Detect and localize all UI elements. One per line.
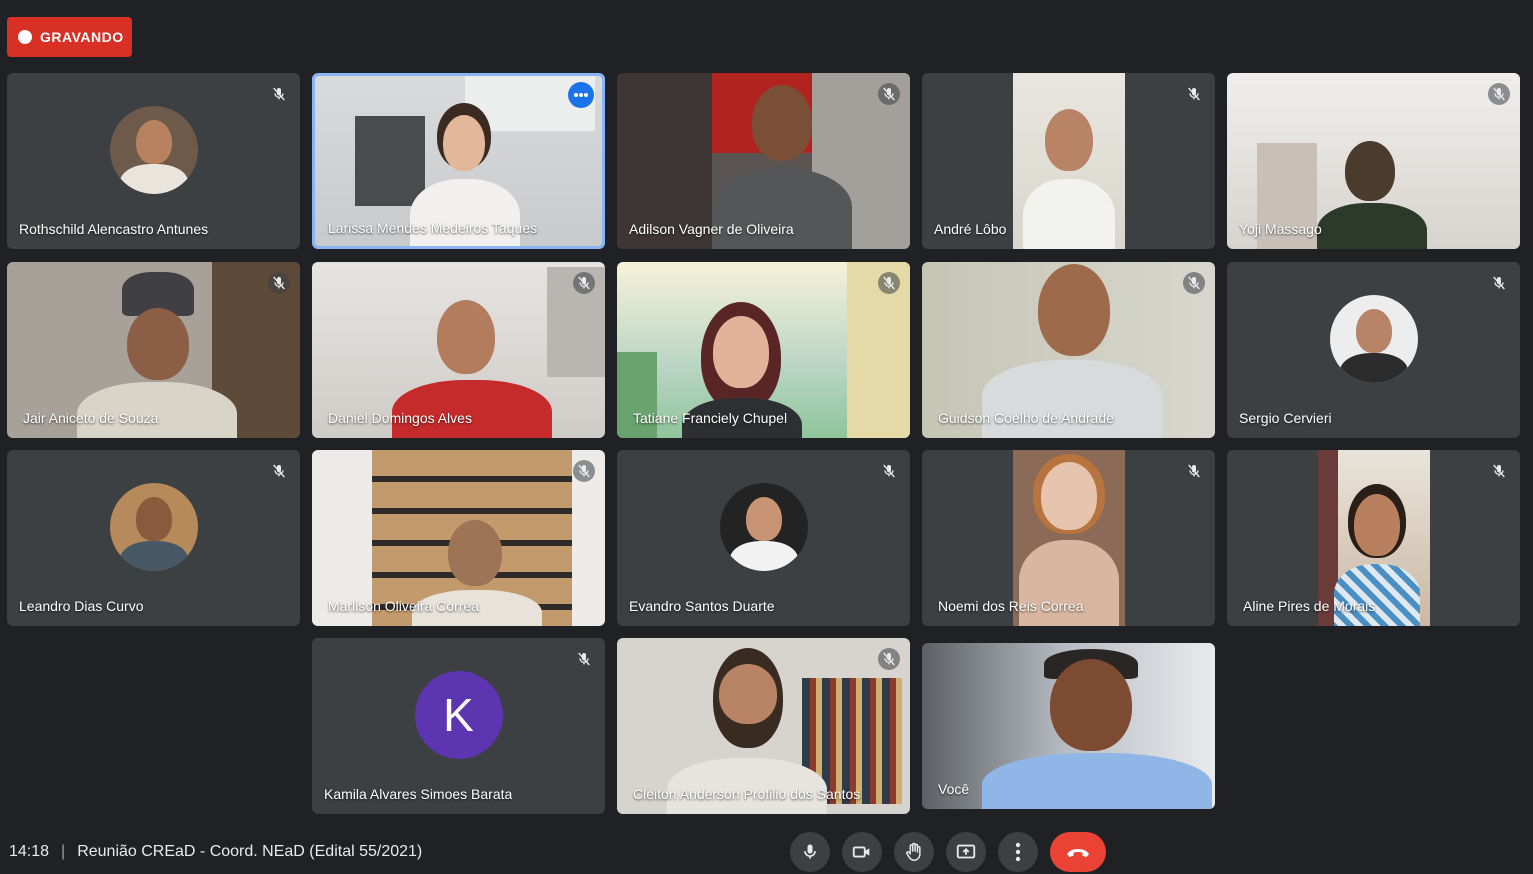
- meeting-info: 14:18 | Reunião CREaD - Coord. NEaD (Edi…: [9, 830, 422, 874]
- hang-up-icon: [1067, 849, 1089, 857]
- more-options-icon[interactable]: [568, 82, 594, 108]
- mic-off-icon: [268, 460, 290, 482]
- participant-tile[interactable]: Evandro Santos Duarte: [617, 450, 910, 626]
- participant-name: Leandro Dias Curvo: [19, 598, 144, 614]
- participant-name: Larissa Mendes Medeiros Taques: [328, 220, 538, 236]
- participant-tile[interactable]: Aline Pires de Morais: [1227, 450, 1520, 626]
- recording-badge: GRAVANDO: [7, 17, 132, 57]
- participant-tile[interactable]: Yoji Massago: [1227, 73, 1520, 249]
- participant-name: Daniel Domingos Alves: [328, 410, 472, 426]
- call-controls: [790, 830, 1106, 874]
- participant-tile[interactable]: K Kamila Alvares Simoes Barata: [312, 638, 605, 814]
- mic-off-icon: [1488, 460, 1510, 482]
- participant-name: Guidson Coelho de Andrade: [938, 410, 1114, 426]
- participant-tile[interactable]: Rothschild Alencastro Antunes: [7, 73, 300, 249]
- participant-tile[interactable]: Sergio Cervieri: [1227, 262, 1520, 438]
- self-view-tile[interactable]: Você: [922, 643, 1215, 809]
- mic-off-icon: [268, 272, 290, 294]
- mic-off-icon: [268, 83, 290, 105]
- microphone-icon: [804, 844, 816, 859]
- participant-tile[interactable]: Cleiton Anderson Profilio dos Santos: [617, 638, 910, 814]
- camera-icon: [852, 846, 870, 858]
- mic-off-icon: [573, 460, 595, 482]
- participant-tile[interactable]: Marlison Oliveira Correa: [312, 450, 605, 626]
- mic-off-icon: [573, 648, 595, 670]
- avatar: [1329, 295, 1418, 384]
- participant-name: Adilson Vagner de Oliveira: [629, 221, 794, 237]
- recording-label: GRAVANDO: [40, 29, 124, 45]
- microphone-button[interactable]: [790, 832, 830, 872]
- participant-tile[interactable]: Adilson Vagner de Oliveira: [617, 73, 910, 249]
- participant-tile[interactable]: Guidson Coelho de Andrade: [922, 262, 1215, 438]
- participant-name: Você: [938, 781, 970, 797]
- camera-button[interactable]: [842, 832, 882, 872]
- mic-off-icon: [1183, 460, 1205, 482]
- participant-tile[interactable]: Noemi dos Reis Correa: [922, 450, 1215, 626]
- mic-off-icon: [1183, 272, 1205, 294]
- raise-hand-icon: [906, 842, 921, 861]
- meet-window: Rothschild Alencastro Antunes Larissa Me…: [0, 0, 1533, 874]
- participant-grid: Rothschild Alencastro Antunes Larissa Me…: [0, 0, 1533, 830]
- mic-off-icon: [878, 272, 900, 294]
- more-options-button[interactable]: [998, 832, 1038, 872]
- participant-name: Noemi dos Reis Correa: [938, 598, 1084, 614]
- present-screen-icon: [956, 844, 976, 859]
- participant-name: Evandro Santos Duarte: [629, 598, 775, 614]
- participant-name: Yoji Massago: [1239, 221, 1322, 237]
- avatar-letter: K: [414, 671, 503, 760]
- avatar: [109, 483, 198, 572]
- participant-name: André Lôbo: [934, 221, 1007, 237]
- participant-name: Jair Aniceto de Souza: [23, 410, 159, 426]
- participant-name: Sergio Cervieri: [1239, 410, 1332, 426]
- participant-tile-active-speaker[interactable]: Larissa Mendes Medeiros Taques: [312, 73, 605, 249]
- avatar: [719, 483, 808, 572]
- mic-off-icon: [878, 83, 900, 105]
- mic-off-icon: [878, 460, 900, 482]
- participant-name: Kamila Alvares Simoes Barata: [324, 786, 513, 802]
- avatar: [109, 106, 198, 195]
- mic-off-icon: [573, 272, 595, 294]
- participant-tile[interactable]: Daniel Domingos Alves: [312, 262, 605, 438]
- raise-hand-button[interactable]: [894, 832, 934, 872]
- bottom-toolbar: 14:18 | Reunião CREaD - Coord. NEaD (Edi…: [0, 830, 1533, 874]
- participant-tile[interactable]: André Lôbo: [922, 73, 1215, 249]
- participant-name: Rothschild Alencastro Antunes: [19, 221, 209, 237]
- present-screen-button[interactable]: [946, 832, 986, 872]
- participant-tile[interactable]: Tatiane Franciely Chupel: [617, 262, 910, 438]
- participant-tile[interactable]: Leandro Dias Curvo: [7, 450, 300, 626]
- participant-name: Marlison Oliveira Correa: [328, 598, 479, 614]
- meeting-separator: |: [61, 843, 66, 860]
- participant-name: Cleiton Anderson Profilio dos Santos: [633, 786, 861, 802]
- meeting-time: 14:18: [9, 843, 50, 860]
- participant-name: Aline Pires de Morais: [1243, 598, 1376, 614]
- mic-off-icon: [878, 648, 900, 670]
- mic-off-icon: [1488, 272, 1510, 294]
- meeting-title: Reunião CREaD - Coord. NEaD (Edital 55/2…: [77, 843, 423, 860]
- mic-off-icon: [1183, 83, 1205, 105]
- leave-call-button[interactable]: [1050, 832, 1106, 872]
- participant-tile[interactable]: Jair Aniceto de Souza: [7, 262, 300, 438]
- mic-off-icon: [1488, 83, 1510, 105]
- record-dot-icon: [18, 30, 32, 44]
- participant-name: Tatiane Franciely Chupel: [633, 410, 788, 426]
- more-vert-icon: [1015, 842, 1021, 862]
